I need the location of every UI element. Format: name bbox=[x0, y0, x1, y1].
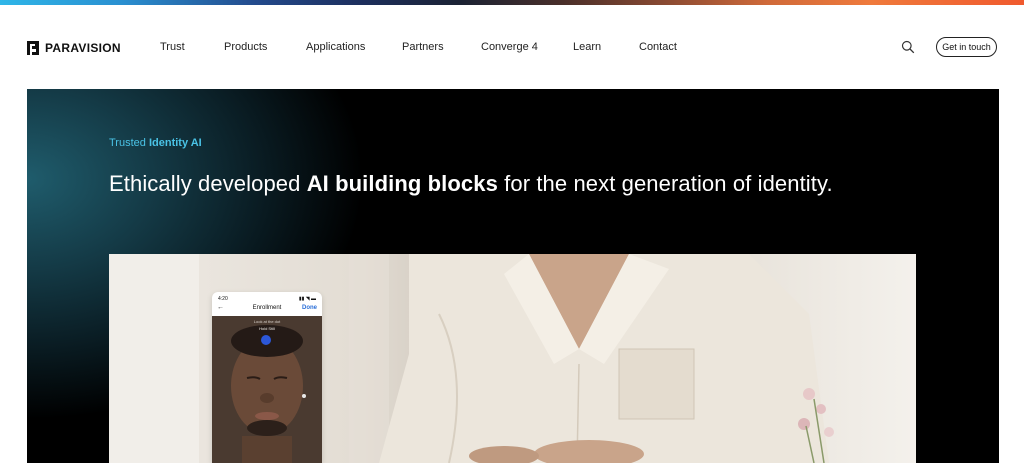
brand-logo[interactable]: PARAVISION bbox=[27, 41, 121, 55]
headline-pre: Ethically developed bbox=[109, 171, 301, 196]
eyebrow-plain: Trusted bbox=[109, 137, 146, 149]
nav-link-converge-4[interactable]: Converge 4 bbox=[481, 41, 538, 53]
nav-link-partners[interactable]: Partners bbox=[402, 41, 444, 53]
phone-signal-icon: ▮▮ ◥ ▬ bbox=[298, 296, 316, 302]
headline-post: for the next generation of identity. bbox=[504, 171, 833, 196]
get-in-touch-button[interactable]: Get in touch bbox=[936, 37, 997, 57]
hero-eyebrow: Trusted Identity AI bbox=[109, 137, 202, 149]
phone-mockup: 4:20 ▮▮ ◥ ▬ ← Enrollment Done Look at th… bbox=[212, 292, 322, 463]
eyebrow-bold: Identity AI bbox=[148, 137, 202, 149]
phone-time: 4:20 bbox=[218, 296, 228, 302]
phone-done-button[interactable]: Done bbox=[302, 305, 317, 311]
paravision-logo-icon bbox=[27, 41, 39, 55]
hero-headline: Ethically developed AI building blocks f… bbox=[109, 171, 833, 197]
site-header: PARAVISION Trust Products Applications P… bbox=[0, 5, 1024, 89]
focus-dot bbox=[261, 335, 271, 345]
nav-link-applications[interactable]: Applications bbox=[306, 41, 365, 53]
phone-hint-top: Look at the dot bbox=[253, 319, 281, 324]
nav-link-products[interactable]: Products bbox=[224, 41, 267, 53]
hero-photo: 4:20 ▮▮ ◥ ▬ ← Enrollment Done Look at th… bbox=[109, 254, 916, 463]
brand-name: PARAVISION bbox=[45, 41, 121, 55]
headline-bold: AI building blocks bbox=[306, 171, 498, 196]
phone-hint-main: Hold Still bbox=[259, 326, 275, 331]
enrollment-camera-view: Look at the dot Hold Still bbox=[212, 316, 322, 463]
nav-link-contact[interactable]: Contact bbox=[639, 41, 677, 53]
search-icon[interactable] bbox=[901, 40, 915, 54]
nav-link-trust[interactable]: Trust bbox=[160, 41, 185, 53]
hero-section: Trusted Identity AI Ethically developed … bbox=[27, 89, 999, 463]
nav-link-learn[interactable]: Learn bbox=[573, 41, 601, 53]
